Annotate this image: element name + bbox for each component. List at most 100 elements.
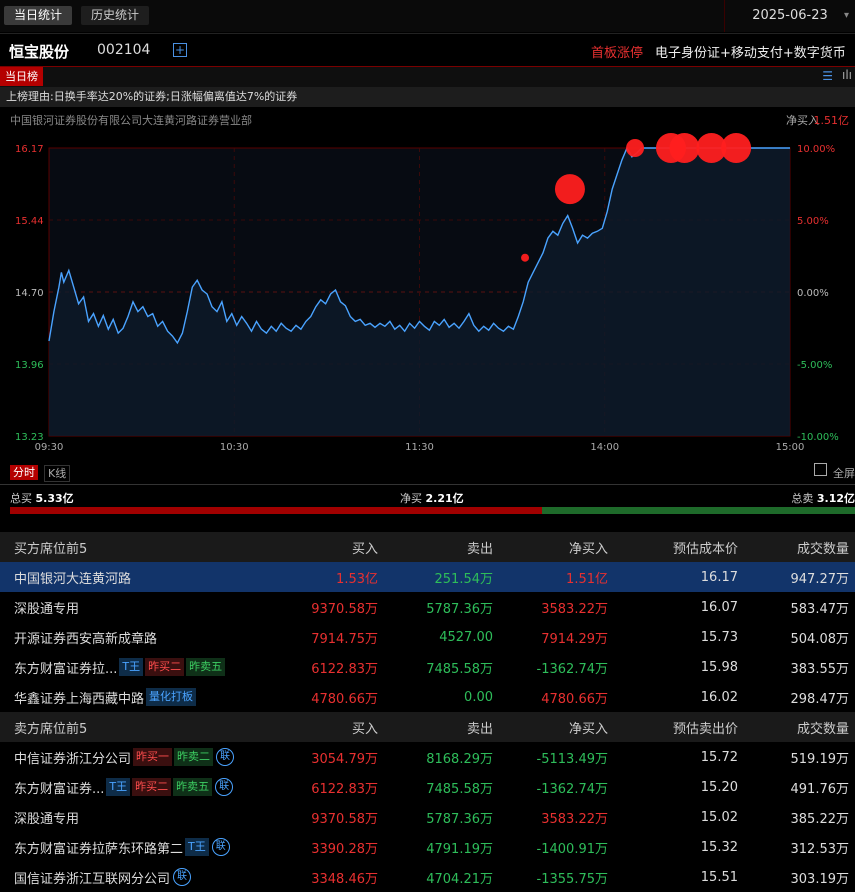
- buy-seat-row[interactable]: 开源证券西安高新成章路 7914.75万 4527.00 7914.29万 15.73 5…: [0, 622, 855, 652]
- intraday-chart[interactable]: 16.1715.4414.7013.9613.2310.00%5.00%0.00…: [0, 128, 855, 460]
- buy-seat-row[interactable]: 中国银河大连黄河路 1.53亿 251.54万 1.51亿 16.17 947.27万: [0, 562, 855, 592]
- buy-amount: 6122.83万: [311, 661, 378, 677]
- buy-amount: 3054.79万: [311, 751, 378, 767]
- fullscreen-label[interactable]: 全屏: [833, 465, 855, 481]
- linked-icon[interactable]: 联: [216, 748, 235, 766]
- seat-name-cell[interactable]: 深股通专用: [0, 802, 280, 832]
- quantity-cell: 303.19万: [790, 871, 850, 887]
- sell-seat-row[interactable]: 中信证券浙江分公司 昨买一 昨卖二联 3054.79万 8168.29万 -5113.49…: [0, 742, 855, 772]
- trade-marker: [669, 133, 700, 163]
- net-amount: -1400.91万: [536, 841, 608, 857]
- trade-marker: [626, 139, 645, 157]
- sell-seat-row[interactable]: 东方财富证券拉萨东环路第二 T王联 3390.28万 4791.19万 -1400.91…: [0, 832, 855, 862]
- buy-amount: 7914.75万: [311, 631, 378, 647]
- net-amount: 1.51亿: [493, 562, 608, 592]
- y-axis-tick-right: -5.00%: [797, 360, 832, 371]
- y-axis-tick-left: 13.96: [15, 360, 44, 371]
- fullscreen-icon[interactable]: [814, 463, 827, 476]
- seat-name[interactable]: 中信证券浙江分公司: [14, 748, 131, 767]
- buy-seat-row[interactable]: 深股通专用 9370.58万 5787.36万 3583.22万 16.07 583.47…: [0, 592, 855, 622]
- buy-seat-table: 买方席位前5 买入 卖出 净买入 预估成本价 成交数量 中国银河大连黄河路 1.53亿 251…: [0, 532, 855, 712]
- seat-name[interactable]: 华鑫证券上海西藏中路: [14, 688, 144, 707]
- stock-code: 002104: [97, 42, 151, 58]
- seat-name-cell[interactable]: 开源证券西安高新成章路: [0, 622, 280, 652]
- tab-kline[interactable]: K线: [44, 465, 71, 482]
- list-tag[interactable]: 当日榜: [0, 67, 43, 86]
- buy-ratio-bar: [10, 507, 542, 514]
- buy-seat-row[interactable]: 华鑫证券上海西藏中路 量化打板 4780.66万 0.00 4780.66万 16.02 2…: [0, 682, 855, 712]
- seat-tag: 量化打板: [146, 688, 197, 706]
- sell-seat-row[interactable]: 东方财富证券... T王 昨买二 昨卖五联 6122.83万 7485.58万 -1362.…: [0, 772, 855, 802]
- branch-net-value: 1.51亿: [813, 114, 850, 127]
- stock-name[interactable]: 恒宝股份: [9, 41, 69, 62]
- chevron-down-icon: ▾: [843, 10, 849, 21]
- net-amount: -1362.74万: [536, 781, 608, 797]
- price-cell: 15.98: [700, 659, 738, 675]
- seat-name-cell[interactable]: 东方财富证券... T王 昨买二 昨卖五联: [0, 772, 280, 802]
- buy-amount: 4780.66万: [311, 691, 378, 707]
- linked-icon[interactable]: 联: [173, 868, 192, 886]
- seat-tag: 昨卖五: [186, 658, 226, 676]
- buy-amount: 1.53亿: [280, 562, 378, 592]
- price-cell: 15.72: [700, 749, 738, 765]
- table-header: 卖方席位前5 买入 卖出 净买入 预估卖出价 成交数量: [0, 712, 855, 742]
- seat-name[interactable]: 国信证券浙江互联网分公司: [14, 868, 170, 887]
- list-view-icon[interactable]: ☰: [822, 69, 833, 83]
- linked-icon[interactable]: 联: [211, 838, 230, 856]
- quantity-cell: 298.47万: [790, 691, 850, 707]
- tab-minute[interactable]: 分时: [10, 465, 38, 480]
- seat-name-cell[interactable]: 中国银河大连黄河路: [0, 562, 280, 592]
- buy-amount: 9370.58万: [311, 601, 378, 617]
- column-header: 买入: [280, 712, 378, 742]
- seat-name[interactable]: 东方财富证券...: [14, 778, 104, 797]
- quantity-cell: 312.53万: [790, 841, 850, 857]
- seat-tag: 昨卖二: [174, 748, 214, 766]
- seat-name[interactable]: 东方财富证券拉...: [14, 658, 117, 677]
- seat-name[interactable]: 中国银河大连黄河路: [14, 568, 131, 587]
- limit-status-badge: 首板涨停: [590, 46, 643, 61]
- add-watchlist-icon[interactable]: +: [173, 43, 187, 57]
- column-header: 买入: [280, 532, 378, 562]
- buy-seat-row[interactable]: 东方财富证券拉... T王 昨买二 昨卖五 6122.83万 7485.58万 -1362.…: [0, 652, 855, 682]
- y-axis-tick-right: 5.00%: [797, 216, 829, 227]
- seat-name[interactable]: 东方财富证券拉萨东环路第二: [14, 838, 183, 857]
- seat-name[interactable]: 开源证券西安高新成章路: [14, 628, 157, 647]
- seat-name-cell[interactable]: 深股通专用: [0, 592, 280, 622]
- top-bar: 当日统计 历史统计 2025-06-23 ▾: [0, 0, 855, 32]
- column-header: 卖方席位前5: [0, 712, 280, 742]
- sell-amount: 7485.58万: [426, 661, 493, 677]
- tab-today-stats[interactable]: 当日统计: [4, 6, 73, 25]
- tab-history-stats[interactable]: 历史统计: [81, 6, 150, 25]
- sell-seat-row[interactable]: 深股通专用 9370.58万 5787.36万 3583.22万 15.02 385.22…: [0, 802, 855, 832]
- seat-name[interactable]: 深股通专用: [14, 598, 79, 617]
- column-header: 成交数量: [738, 532, 855, 562]
- column-header: 买方席位前5: [0, 532, 280, 562]
- trade-marker: [521, 253, 530, 262]
- seat-name-cell[interactable]: 东方财富证券拉萨东环路第二 T王联: [0, 832, 280, 862]
- buy-amount: 6122.83万: [311, 781, 378, 797]
- stock-header: 恒宝股份 002104 + 首板涨停 电子身份证+移动支付+数字货币: [0, 33, 855, 67]
- concept-tags[interactable]: 电子身份证+移动支付+数字货币: [655, 42, 846, 61]
- net-amount: 3583.22万: [541, 811, 608, 827]
- column-header: 预估卖出价: [608, 712, 738, 742]
- price-cell: 15.32: [700, 839, 738, 855]
- bar-chart-icon[interactable]: ılı: [842, 68, 852, 82]
- trade-marker: [721, 133, 752, 163]
- sell-amount: 5787.36万: [426, 811, 493, 827]
- seat-name-cell[interactable]: 中信证券浙江分公司 昨买一 昨卖二联: [0, 742, 280, 772]
- net-amount: -5113.49万: [536, 751, 608, 767]
- quantity-cell: 491.76万: [790, 781, 850, 797]
- buy-amount: 3390.28万: [311, 841, 378, 857]
- quantity-cell: 385.22万: [790, 811, 850, 827]
- seat-name[interactable]: 深股通专用: [14, 808, 79, 827]
- table-header: 买方席位前5 买入 卖出 净买入 预估成本价 成交数量: [0, 532, 855, 562]
- date-value: 2025-06-23: [752, 8, 828, 23]
- seat-name-cell[interactable]: 国信证券浙江互联网分公司联: [0, 862, 280, 892]
- x-axis-tick: 09:30: [35, 442, 64, 453]
- seat-name-cell[interactable]: 华鑫证券上海西藏中路 量化打板: [0, 682, 280, 712]
- linked-icon[interactable]: 联: [215, 778, 234, 796]
- buy-amount: 9370.58万: [311, 811, 378, 827]
- date-picker[interactable]: 2025-06-23 ▾: [724, 0, 855, 32]
- sell-seat-row[interactable]: 国信证券浙江互联网分公司联 3348.46万 4704.21万 -1355.75万 15…: [0, 862, 855, 892]
- seat-name-cell[interactable]: 东方财富证券拉... T王 昨买二 昨卖五: [0, 652, 280, 682]
